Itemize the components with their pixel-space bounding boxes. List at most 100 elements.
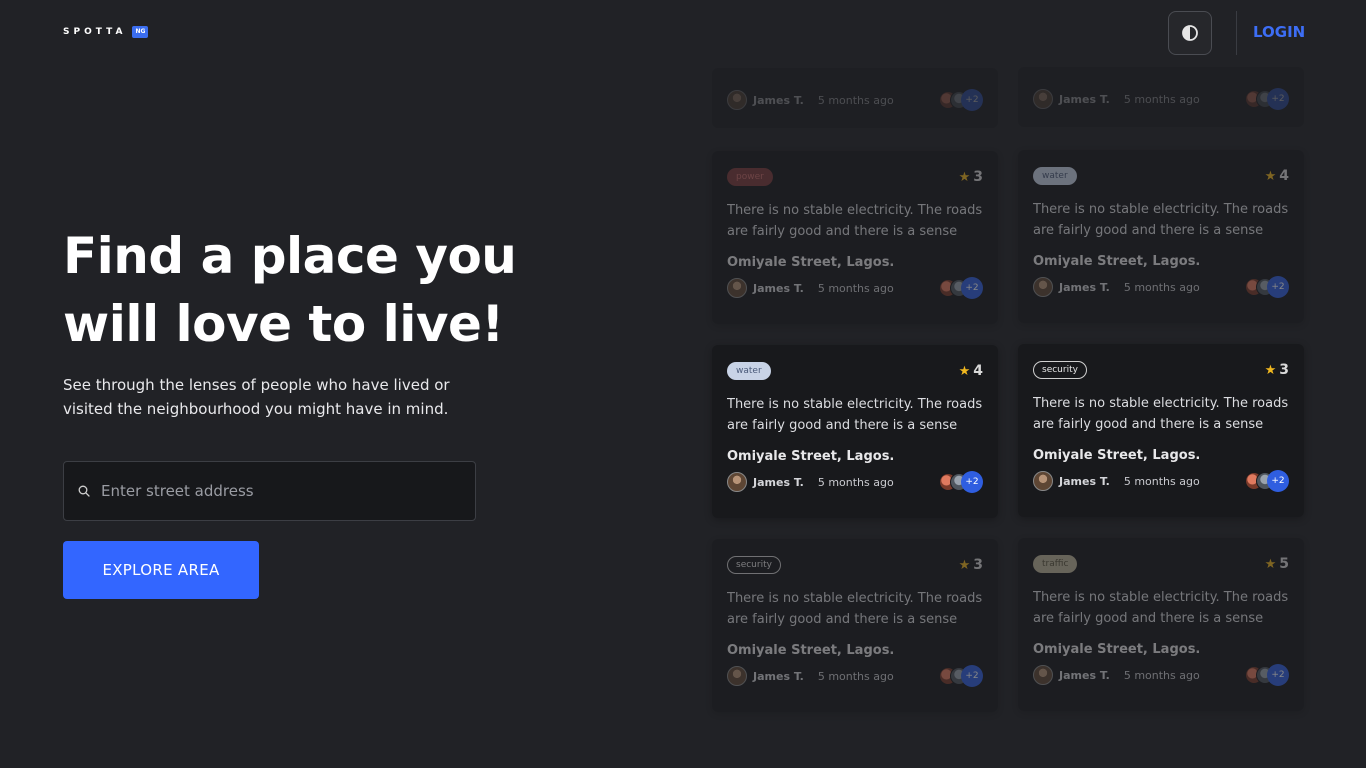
card-footer: James T. 5 months ago +2 — [727, 89, 983, 111]
review-card[interactable]: power ★ 3 There is no stable electricity… — [712, 151, 998, 324]
review-text: There is no stable electricity. The road… — [1033, 202, 1289, 238]
review-card-partial: James T. 5 months ago +2 — [712, 68, 998, 128]
review-card[interactable]: traffic ★ 5 There is no stable electrici… — [1018, 538, 1304, 711]
more-count: +2 — [961, 277, 983, 299]
rating-value: 4 — [973, 363, 983, 379]
review-card-partial: James T. 5 months ago +2 — [1018, 67, 1304, 127]
author-avatar — [727, 278, 747, 298]
time-ago: 5 months ago — [817, 281, 894, 295]
logo-text: SPOTTA — [63, 27, 127, 37]
logo[interactable]: SPOTTA NG — [63, 26, 149, 38]
author-avatar — [1033, 89, 1053, 109]
rating-value: 4 — [1279, 168, 1289, 184]
card-header: water ★ 4 — [1033, 165, 1289, 187]
rating-value: 3 — [1279, 362, 1289, 378]
author-name: James T. — [1059, 92, 1110, 106]
review-card[interactable]: security ★ 3 There is no stable electric… — [712, 539, 998, 712]
street-name: Omiyale Street, Lagos. — [1033, 642, 1201, 657]
review-card[interactable]: security ★ 3 There is no stable electric… — [1018, 344, 1304, 517]
author-name: James T. — [753, 281, 804, 295]
more-count: +2 — [1267, 88, 1289, 110]
reviewer-avatars: +2 — [939, 665, 983, 687]
street-name: Omiyale Street, Lagos. — [1033, 448, 1201, 463]
author-name: James T. — [1059, 668, 1110, 682]
star-icon: ★ — [958, 363, 971, 379]
card-header: traffic ★ 5 — [1033, 553, 1289, 575]
time-ago: 5 months ago — [1123, 280, 1200, 294]
card-footer: James T. 5 months ago +2 — [727, 471, 983, 493]
category-tag: traffic — [1033, 555, 1078, 573]
more-count: +2 — [1267, 276, 1289, 298]
review-text: There is no stable electricity. The road… — [727, 203, 983, 239]
logo-badge: NG — [132, 26, 149, 38]
review-card[interactable]: water ★ 4 There is no stable electricity… — [712, 345, 998, 518]
author-name: James T. — [1059, 474, 1110, 488]
card-header: power ★ 3 — [727, 166, 983, 188]
category-tag: water — [727, 362, 771, 380]
author-name: James T. — [753, 669, 804, 683]
review-text: There is no stable electricity. The road… — [727, 591, 983, 627]
card-footer: James T. 5 months ago +2 — [727, 277, 983, 299]
star-icon: ★ — [958, 169, 971, 185]
login-link[interactable]: LOGIN — [1253, 22, 1305, 42]
reviewer-avatars: +2 — [939, 89, 983, 111]
more-count: +2 — [1267, 664, 1289, 686]
more-count: +2 — [961, 471, 983, 493]
hero-title: Find a place you will love to live! — [63, 227, 517, 353]
author-avatar — [1033, 471, 1053, 491]
search-icon — [78, 485, 90, 497]
time-ago: 5 months ago — [1123, 668, 1200, 682]
card-footer: James T. 5 months ago +2 — [727, 665, 983, 687]
review-text: There is no stable electricity. The road… — [1033, 590, 1289, 626]
time-ago: 5 months ago — [1123, 92, 1200, 106]
contrast-icon — [1182, 25, 1198, 41]
time-ago: 5 months ago — [817, 475, 894, 489]
street-name: Omiyale Street, Lagos. — [727, 643, 895, 658]
reviewer-avatars: +2 — [1245, 88, 1289, 110]
landing-page: SPOTTA NG LOGIN Find a place you will lo… — [0, 0, 1366, 768]
rating: ★ 4 — [959, 363, 983, 379]
author-name: James T. — [753, 93, 804, 107]
card-header: security ★ 3 — [727, 554, 983, 576]
search-box[interactable] — [63, 461, 476, 521]
star-icon: ★ — [958, 557, 971, 573]
more-count: +2 — [1267, 470, 1289, 492]
rating-value: 5 — [1279, 556, 1289, 572]
star-icon: ★ — [1264, 556, 1277, 572]
street-address-input[interactable] — [101, 482, 475, 500]
reviewer-avatars: +2 — [939, 277, 983, 299]
rating: ★ 4 — [1265, 168, 1289, 184]
time-ago: 5 months ago — [1123, 474, 1200, 488]
author-avatar — [727, 472, 747, 492]
author-avatar — [727, 666, 747, 686]
theme-toggle-button[interactable] — [1168, 11, 1212, 55]
card-footer: James T. 5 months ago +2 — [1033, 88, 1289, 110]
street-name: Omiyale Street, Lagos. — [727, 255, 895, 270]
reviewer-avatars: +2 — [939, 471, 983, 493]
time-ago: 5 months ago — [817, 93, 894, 107]
star-icon: ★ — [1264, 362, 1277, 378]
rating: ★ 5 — [1265, 556, 1289, 572]
rating-value: 3 — [973, 557, 983, 573]
review-card[interactable]: water ★ 4 There is no stable electricity… — [1018, 150, 1304, 323]
rating: ★ 3 — [959, 557, 983, 573]
author-avatar — [727, 90, 747, 110]
more-count: +2 — [961, 89, 983, 111]
rating: ★ 3 — [959, 169, 983, 185]
star-icon: ★ — [1264, 168, 1277, 184]
author-avatar — [1033, 277, 1053, 297]
card-header: water ★ 4 — [727, 360, 983, 382]
category-tag: security — [1033, 361, 1087, 379]
explore-area-button[interactable]: EXPLORE AREA — [63, 541, 259, 599]
card-header: security ★ 3 — [1033, 359, 1289, 381]
author-avatar — [1033, 665, 1053, 685]
card-footer: James T. 5 months ago +2 — [1033, 470, 1289, 492]
header-divider — [1236, 11, 1237, 55]
card-footer: James T. 5 months ago +2 — [1033, 276, 1289, 298]
hero-subtitle: See through the lenses of people who hav… — [63, 376, 450, 418]
review-text: There is no stable electricity. The road… — [727, 397, 983, 433]
category-tag: power — [727, 168, 773, 186]
rating-value: 3 — [973, 169, 983, 185]
category-tag: water — [1033, 167, 1077, 185]
category-tag: security — [727, 556, 781, 574]
